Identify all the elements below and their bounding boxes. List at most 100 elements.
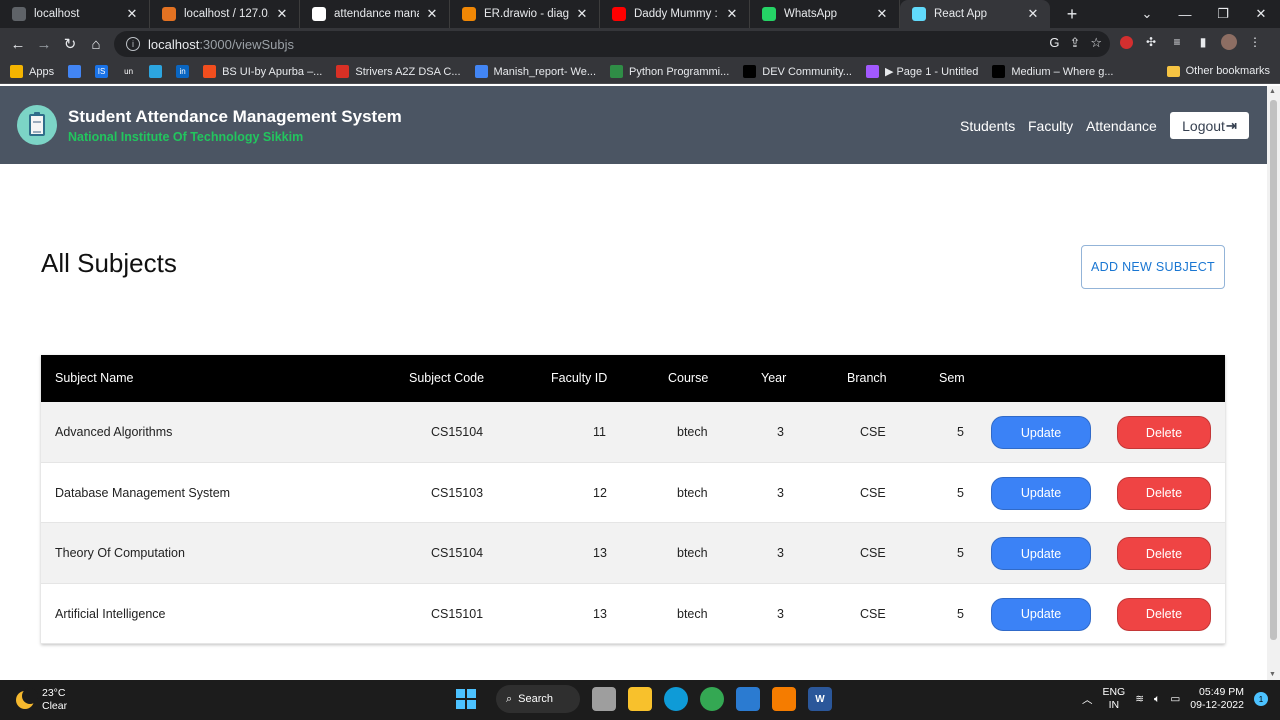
notification-badge[interactable]: 1 (1254, 692, 1268, 706)
other-bookmarks[interactable]: Other bookmarks (1166, 65, 1270, 77)
close-tab-icon[interactable]: ✕ (425, 6, 439, 22)
file-explorer-icon[interactable] (628, 687, 652, 711)
browser-tab[interactable]: localhost ✕ (0, 0, 150, 28)
scroll-down-icon[interactable]: ▼ (1269, 671, 1276, 678)
cell-year: 3 (777, 606, 784, 621)
bookmark-item[interactable] (149, 65, 168, 78)
weather-temperature: 23°C (42, 687, 66, 699)
browser-tab[interactable]: ER.drawio - diagrams ✕ (450, 0, 600, 28)
forward-icon[interactable]: → (31, 36, 57, 53)
reload-icon[interactable]: ↻ (57, 35, 83, 53)
xampp-icon[interactable] (772, 687, 796, 711)
site-info-icon[interactable]: i (126, 37, 140, 51)
close-tab-icon[interactable]: ✕ (1026, 6, 1040, 22)
nav-faculty[interactable]: Faculty (1028, 118, 1073, 134)
tray-chevron-icon[interactable]: ︿ (1082, 692, 1093, 707)
weather-widget[interactable]: 23°C Clear (16, 687, 67, 713)
search-icon: ⌕ (506, 692, 513, 705)
minimize-button[interactable]: — (1166, 7, 1204, 22)
delete-button[interactable]: Delete (1117, 597, 1211, 631)
back-icon[interactable]: ← (5, 36, 31, 53)
delete-button[interactable]: Delete (1117, 416, 1211, 449)
column-course: Course (668, 371, 709, 385)
bookmark-label: DEV Community... (762, 65, 852, 78)
update-button[interactable]: Update (991, 597, 1091, 631)
close-tab-icon[interactable]: ✕ (275, 6, 289, 22)
cell-course: btech (677, 425, 708, 439)
people-icon (68, 65, 82, 78)
telegram-icon (149, 65, 163, 78)
nav-attendance[interactable]: Attendance (1086, 118, 1157, 134)
close-tab-icon[interactable]: ✕ (875, 6, 889, 22)
cell-year: 3 (777, 546, 784, 560)
scrollbar-thumb[interactable] (1270, 100, 1277, 640)
bookmark-item[interactable]: ▶ Page 1 - Untitled (865, 65, 978, 78)
bookmark-item[interactable]: Strivers A2Z DSA C... (336, 65, 461, 78)
vscode-icon[interactable] (736, 687, 760, 711)
edge-icon[interactable] (664, 687, 688, 711)
delete-button[interactable]: Delete (1117, 537, 1211, 570)
table-row: Database Management System CS15103 12 btech… (41, 462, 1225, 523)
update-button[interactable]: Update (991, 537, 1091, 570)
cell-faculty-id: 11 (593, 425, 606, 439)
adblock-icon[interactable] (1120, 35, 1133, 49)
clock[interactable]: 05:49 PM 09-12-2022 (1190, 686, 1244, 712)
update-button[interactable]: Update (991, 476, 1091, 510)
bookmark-item[interactable]: Python Programmi... (610, 65, 729, 78)
bookmark-item[interactable]: DEV Community... (743, 65, 852, 78)
update-button[interactable]: Update (991, 416, 1091, 449)
column-subject-code: Subject Code (409, 371, 485, 385)
figma-icon (203, 65, 217, 78)
un-icon: un (122, 65, 136, 78)
browser-tab[interactable]: React App ✕ (900, 0, 1050, 28)
home-icon[interactable]: ⌂ (83, 36, 109, 53)
bookmark-item[interactable]: in (176, 65, 195, 78)
share-icon[interactable]: ⇪ (1069, 35, 1080, 51)
browser-tab[interactable]: localhost / 127.0.0.1 / ✕ (150, 0, 300, 28)
app-header: Student Attendance Management System Nat… (0, 86, 1267, 164)
browser-tab-bar: localhost✕localhost / 127.0.0.1 /✕attend… (0, 0, 1280, 28)
chrome-icon[interactable] (700, 687, 724, 711)
extensions-puzzle-icon[interactable]: ✣ (1143, 34, 1159, 50)
bookmark-item[interactable] (68, 65, 87, 78)
taskbar-search[interactable]: ⌕ Search (496, 685, 580, 713)
reading-list-icon[interactable]: ≡ (1169, 34, 1185, 50)
wifi-icon[interactable]: ≋ (1135, 693, 1144, 705)
battery-icon[interactable]: ▭ (1170, 693, 1180, 705)
browser-tab[interactable]: attendance managem ✕ (300, 0, 450, 28)
task-view-icon[interactable] (592, 687, 616, 711)
close-tab-icon[interactable]: ✕ (575, 6, 589, 22)
bookmark-item[interactable]: IS (95, 65, 114, 78)
tab-search-icon[interactable]: ⌄ (1128, 6, 1166, 22)
browser-tab[interactable]: Daddy Mummy : ✕ (600, 0, 750, 28)
page-scrollbar[interactable]: ▲ ▼ (1267, 86, 1280, 680)
delete-button[interactable]: Delete (1117, 476, 1211, 510)
bookmark-item[interactable]: BS UI-by Apurba –... (203, 65, 322, 78)
browser-tab[interactable]: WhatsApp ✕ (750, 0, 900, 28)
new-tab-button[interactable]: + (1062, 4, 1082, 25)
nav-students[interactable]: Students (960, 118, 1015, 134)
windows-start-icon[interactable] (456, 689, 476, 709)
add-new-subject-button[interactable]: ADD NEW SUBJECT (1081, 245, 1225, 289)
google-lens-icon[interactable]: G (1049, 35, 1059, 51)
cell-course: btech (677, 546, 708, 560)
menu-kebab-icon[interactable]: ⋮ (1247, 34, 1263, 50)
close-tab-icon[interactable]: ✕ (125, 6, 139, 22)
bookmark-item[interactable]: Medium – Where g... (992, 65, 1113, 78)
close-window-button[interactable]: ✕ (1242, 6, 1280, 22)
bookmark-item[interactable]: un (122, 65, 141, 78)
close-tab-icon[interactable]: ✕ (725, 6, 739, 22)
scroll-up-icon[interactable]: ▲ (1269, 88, 1276, 95)
bookmark-item[interactable]: Manish_report- We... (474, 65, 596, 78)
word-icon[interactable]: W (808, 687, 832, 711)
cell-faculty-id: 13 (593, 546, 607, 560)
language-indicator[interactable]: ENG IN (1102, 686, 1125, 712)
address-bar[interactable]: i localhost:3000/viewSubjs G ⇪ ☆ (114, 31, 1110, 57)
volume-icon[interactable]: 🔈︎ (1154, 693, 1160, 706)
restore-button[interactable]: ❐ (1204, 6, 1242, 22)
bookmark-star-icon[interactable]: ☆ (1090, 35, 1102, 51)
logout-button[interactable]: Logout ⇥ (1170, 112, 1249, 139)
bookmark-item[interactable]: Apps (10, 65, 54, 78)
side-panel-icon[interactable]: ▮ (1195, 34, 1211, 50)
profile-avatar[interactable] (1221, 34, 1237, 50)
